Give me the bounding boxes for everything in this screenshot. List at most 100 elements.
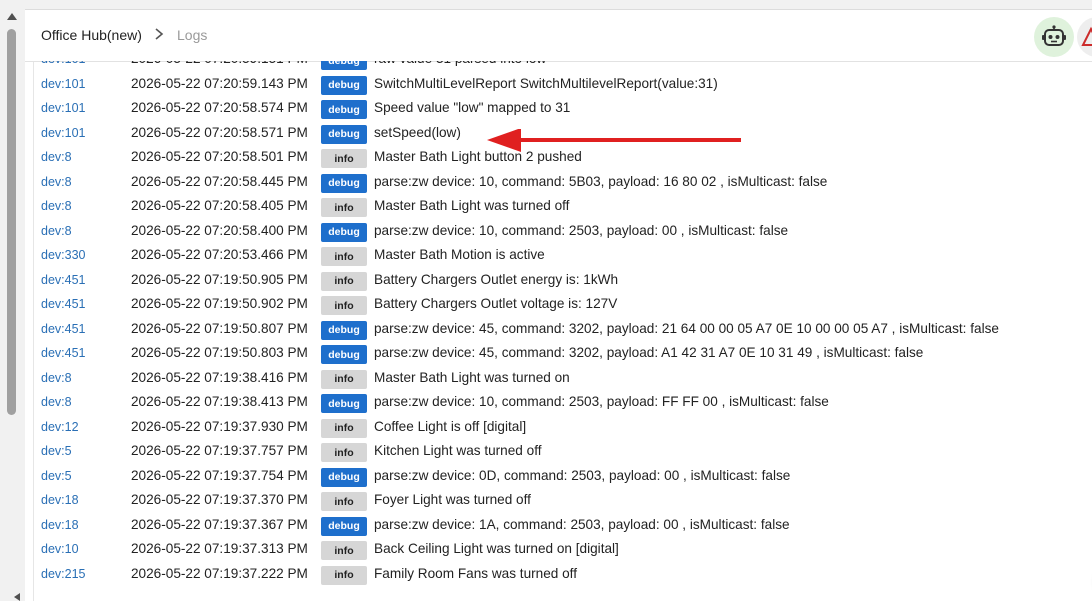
- log-device-link[interactable]: dev:101: [41, 126, 85, 140]
- log-level-badge: info: [321, 296, 367, 315]
- log-device-link[interactable]: dev:10: [41, 542, 79, 556]
- alert-button[interactable]: [1077, 17, 1092, 57]
- log-row: dev:8 2026-05-22 07:20:58.405 PM info Maste…: [25, 195, 1092, 219]
- breadcrumb-hub-link[interactable]: Office Hub(new): [41, 27, 142, 43]
- log-level-badge: debug: [321, 467, 367, 487]
- log-message: Foyer Light was turned off: [374, 492, 531, 507]
- assistant-button[interactable]: [1034, 17, 1074, 57]
- log-level-badge: info: [321, 565, 367, 585]
- log-device-link[interactable]: dev:18: [41, 493, 79, 507]
- log-level-badge: debug: [321, 75, 367, 95]
- warning-icon: [1081, 26, 1092, 46]
- log-device-link[interactable]: dev:8: [41, 371, 72, 385]
- log-device-link[interactable]: dev:451: [41, 273, 85, 287]
- log-row: dev:330 2026-05-22 07:20:53.466 PM info Mas…: [25, 244, 1092, 268]
- log-timestamp: 2026-05-22 07:19:37.313 PM: [131, 541, 308, 556]
- log-row: dev:8 2026-05-22 07:20:58.400 PM debug pars…: [25, 220, 1092, 244]
- log-device-link[interactable]: dev:101: [41, 61, 85, 66]
- log-device-link[interactable]: dev:101: [41, 101, 85, 115]
- robot-icon: [1042, 25, 1066, 46]
- log-row: dev:8 2026-05-22 07:20:58.445 PM debug pars…: [25, 171, 1092, 195]
- log-timestamp: 2026-05-22 07:19:38.416 PM: [131, 369, 308, 385]
- log-device-link[interactable]: dev:8: [41, 199, 72, 213]
- log-message: Coffee Light is off [digital]: [374, 418, 527, 434]
- log-level-badge: debug: [321, 516, 367, 536]
- log-device-link[interactable]: dev:451: [41, 346, 85, 360]
- log-row: dev:5 2026-05-22 07:19:37.757 PM info Kitch…: [25, 440, 1092, 464]
- log-timestamp: 2026-05-22 07:19:38.413 PM: [131, 394, 308, 409]
- log-message: parse:zw device: 10, command: 2503, payl…: [374, 394, 829, 409]
- log-level-badge: info: [321, 149, 367, 168]
- scrollbar-thumb[interactable]: [7, 29, 16, 415]
- log-timestamp: 2026-05-22 07:19:37.370 PM: [131, 492, 308, 507]
- log-device-link[interactable]: dev:215: [41, 567, 85, 581]
- log-message: Master Bath Light was turned off: [374, 198, 570, 213]
- log-device-link[interactable]: dev:101: [41, 77, 85, 91]
- log-row: dev:101 2026-05-22 07:20:59.151 PM debug ra…: [25, 61, 1092, 72]
- log-message: SwitchMultiLevelReport SwitchMultilevelR…: [374, 75, 718, 91]
- log-device-link[interactable]: dev:12: [41, 420, 79, 434]
- log-device-link[interactable]: dev:8: [41, 224, 72, 238]
- log-device-link[interactable]: dev:5: [41, 444, 72, 458]
- log-timestamp: 2026-05-22 07:20:58.445 PM: [131, 173, 308, 189]
- window-top-strip: [0, 0, 1092, 10]
- log-message: parse:zw device: 10, command: 2503, payl…: [374, 222, 789, 238]
- logs-page: Office Hub(new) Logs dev:101 2026-05-22 0…: [25, 10, 1092, 601]
- log-level-badge: info: [321, 418, 367, 438]
- page-header: Office Hub(new) Logs: [25, 10, 1092, 62]
- log-level-badge: info: [321, 198, 367, 217]
- log-message: Back Ceiling Light was turned on [digita…: [374, 541, 619, 556]
- log-level-badge: info: [321, 247, 367, 266]
- log-message: Master Bath Motion is active: [374, 247, 545, 262]
- log-level-badge: debug: [321, 124, 367, 144]
- log-device-link[interactable]: dev:8: [41, 175, 72, 189]
- log-message: Battery Chargers Outlet voltage is: 127V: [374, 296, 618, 311]
- log-row: dev:101 2026-05-22 07:20:59.143 PM debug Sw…: [25, 73, 1092, 97]
- log-timestamp: 2026-05-22 07:20:59.143 PM: [131, 75, 308, 91]
- log-device-link[interactable]: dev:330: [41, 248, 85, 262]
- log-row: dev:5 2026-05-22 07:19:37.754 PM debug pars…: [25, 465, 1092, 489]
- log-device-link[interactable]: dev:8: [41, 150, 72, 164]
- log-device-link[interactable]: dev:451: [41, 322, 85, 336]
- log-timestamp: 2026-05-22 07:19:37.222 PM: [131, 565, 308, 581]
- log-timestamp: 2026-05-22 07:20:58.501 PM: [131, 149, 308, 164]
- log-message: parse:zw device: 45, command: 3202, payl…: [374, 345, 924, 360]
- log-timestamp: 2026-05-22 07:19:50.902 PM: [131, 296, 308, 311]
- annotation-arrow-icon: [487, 129, 741, 152]
- log-timestamp: 2026-05-22 07:19:37.754 PM: [131, 467, 308, 483]
- log-row: dev:8 2026-05-22 07:19:38.413 PM debug pars…: [25, 391, 1092, 415]
- log-row: dev:101 2026-05-22 07:20:58.574 PM debug Sp…: [25, 97, 1092, 121]
- log-row: dev:10 2026-05-22 07:19:37.313 PM info Back…: [25, 538, 1092, 562]
- log-message: parse:zw device: 10, command: 5B03, payl…: [374, 173, 828, 189]
- log-device-link[interactable]: dev:8: [41, 395, 72, 409]
- log-timestamp: 2026-05-22 07:19:37.930 PM: [131, 418, 308, 434]
- log-message: parse:zw device: 45, command: 3202, payl…: [374, 320, 999, 336]
- scroll-left-arrow-icon[interactable]: [14, 593, 20, 601]
- log-timestamp: 2026-05-22 07:19:50.807 PM: [131, 320, 308, 336]
- log-message: Master Bath Light was turned on: [374, 369, 570, 385]
- log-row: dev:18 2026-05-22 07:19:37.370 PM info Foye…: [25, 489, 1092, 513]
- log-timestamp: 2026-05-22 07:20:58.400 PM: [131, 222, 308, 238]
- log-message: parse:zw device: 1A, command: 2503, payl…: [374, 516, 790, 532]
- log-message: setSpeed(low): [374, 124, 461, 140]
- log-level-badge: info: [321, 271, 367, 291]
- log-row: dev:18 2026-05-22 07:19:37.367 PM debug par…: [25, 514, 1092, 538]
- log-level-badge: debug: [321, 222, 367, 242]
- log-message: parse:zw device: 0D, command: 2503, payl…: [374, 467, 791, 483]
- page-scrollbar[interactable]: [0, 9, 34, 601]
- log-level-badge: debug: [321, 394, 367, 413]
- log-message: raw value 31 parsed into low: [374, 61, 546, 66]
- scroll-up-arrow-icon[interactable]: [7, 13, 17, 20]
- log-device-link[interactable]: dev:5: [41, 469, 72, 483]
- log-timestamp: 2026-05-22 07:20:58.574 PM: [131, 100, 308, 115]
- log-level-badge: debug: [321, 100, 367, 119]
- log-timestamp: 2026-05-22 07:19:50.803 PM: [131, 345, 308, 360]
- log-device-link[interactable]: dev:18: [41, 518, 79, 532]
- log-timestamp: 2026-05-22 07:19:37.757 PM: [131, 443, 308, 458]
- log-message: Kitchen Light was turned off: [374, 443, 542, 458]
- log-row: dev:451 2026-05-22 07:19:50.807 PM debug pa…: [25, 318, 1092, 342]
- log-level-badge: debug: [321, 61, 367, 70]
- log-row: dev:451 2026-05-22 07:19:50.905 PM info Bat…: [25, 269, 1092, 293]
- log-device-link[interactable]: dev:451: [41, 297, 85, 311]
- log-timestamp: 2026-05-22 07:19:50.905 PM: [131, 271, 308, 287]
